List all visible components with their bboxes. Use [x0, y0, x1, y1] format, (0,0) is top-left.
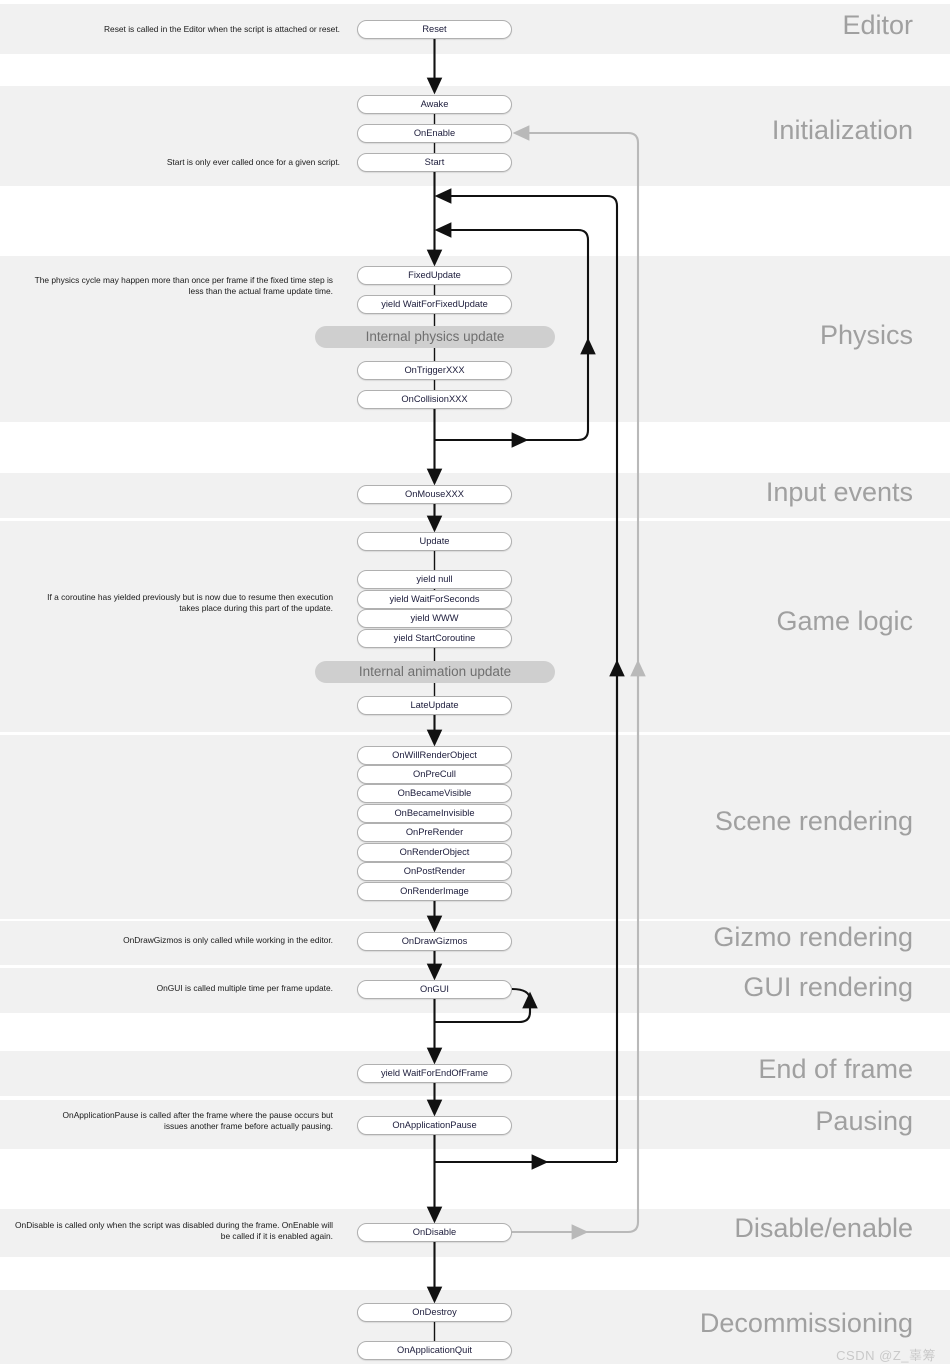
section-label-pausing: Pausing — [815, 1106, 913, 1136]
node-yield-waitforendofframe[interactable]: yield WaitForEndOfFrame — [357, 1064, 512, 1083]
node-onrenderobject[interactable]: OnRenderObject — [357, 843, 512, 862]
node-onwillrenderobject[interactable]: OnWillRenderObject — [357, 746, 512, 765]
pill-internal-physics-update: Internal physics update — [315, 326, 555, 348]
annotation-note: Start is only ever called once for a giv… — [166, 157, 340, 167]
node-yield-waitforseconds[interactable]: yield WaitForSeconds — [357, 590, 512, 609]
section-label-editor: Editor — [842, 10, 913, 40]
watermark: CSDN @Z_辜筹 — [836, 1348, 936, 1363]
node-fixedupdate[interactable]: FixedUpdate — [357, 266, 512, 285]
node-onapplicationquit[interactable]: OnApplicationQuit — [357, 1341, 512, 1360]
section-label-gui-rendering: GUI rendering — [743, 972, 913, 1002]
node-start[interactable]: Start — [357, 153, 512, 172]
flow-connectors — [426, 39, 646, 1341]
node-onprecull[interactable]: OnPreCull — [357, 765, 512, 784]
lifecycle-diagram: Reset is called in the Editor when the s… — [0, 0, 950, 1370]
annotation-note: The physics cycle may happen more than o… — [34, 275, 333, 296]
annotation-note: OnGUI is called multiple time per frame … — [156, 983, 333, 993]
node-reset[interactable]: Reset — [357, 20, 512, 39]
section-label-physics: Physics — [819, 320, 913, 350]
section-label-initialization: Initialization — [771, 115, 913, 145]
annotation-note: OnApplicationPause is called after the f… — [62, 1110, 333, 1131]
node-onprerender[interactable]: OnPreRender — [357, 823, 512, 842]
node-ondestroy[interactable]: OnDestroy — [357, 1303, 512, 1322]
node-yield-null[interactable]: yield null — [357, 570, 512, 589]
node-update[interactable]: Update — [357, 532, 512, 551]
node-ongui[interactable]: OnGUI — [357, 980, 512, 999]
annotation-note: OnDrawGizmos is only called while workin… — [123, 935, 333, 945]
node-onrenderimage[interactable]: OnRenderImage — [357, 882, 512, 901]
node-yield-waitforfixedupdate[interactable]: yield WaitForFixedUpdate — [357, 295, 512, 314]
annotation-note: If a coroutine has yielded previously bu… — [47, 592, 333, 613]
node-onenable[interactable]: OnEnable — [357, 124, 512, 143]
node-onbecameinvisible[interactable]: OnBecameInvisible — [357, 804, 512, 823]
node-lateupdate[interactable]: LateUpdate — [357, 696, 512, 715]
node-onbecamevisible[interactable]: OnBecameVisible — [357, 784, 512, 803]
annotation-note: OnDisable is called only when the script… — [15, 1220, 333, 1241]
section-label-end-of-frame: End of frame — [758, 1054, 913, 1084]
section-label-game-logic: Game logic — [776, 606, 913, 636]
node-awake[interactable]: Awake — [357, 95, 512, 114]
node-onapplicationpause[interactable]: OnApplicationPause — [357, 1116, 512, 1135]
section-label-scene-rendering: Scene rendering — [714, 806, 913, 836]
annotation-note: Reset is called in the Editor when the s… — [103, 24, 340, 34]
section-label-disable-enable: Disable/enable — [734, 1213, 913, 1243]
node-oncollisionxxx[interactable]: OnCollisionXXX — [357, 390, 512, 409]
section-label-gizmo-rendering: Gizmo rendering — [713, 922, 913, 952]
node-onmousexxx[interactable]: OnMouseXXX — [357, 485, 512, 504]
node-onpostrender[interactable]: OnPostRender — [357, 862, 512, 881]
node-yield-startcoroutine[interactable]: yield StartCoroutine — [357, 629, 512, 648]
section-label-input-events: Input events — [765, 477, 913, 507]
section-label-decommissioning: Decommissioning — [699, 1308, 913, 1338]
node-ondrawgizmos[interactable]: OnDrawGizmos — [357, 932, 512, 951]
node-ontriggerxxx[interactable]: OnTriggerXXX — [357, 361, 512, 380]
node-yield-www[interactable]: yield WWW — [357, 609, 512, 628]
node-ondisable[interactable]: OnDisable — [357, 1223, 512, 1242]
pill-internal-animation-update: Internal animation update — [315, 661, 555, 683]
